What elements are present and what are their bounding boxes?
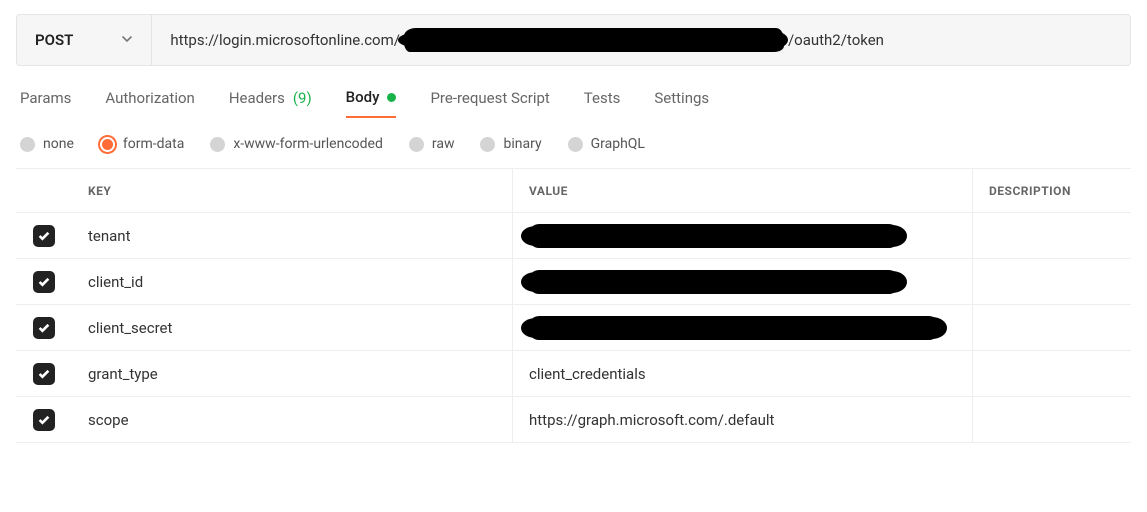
table-row: client_secret [16, 305, 1131, 351]
description-input[interactable] [972, 305, 1131, 350]
redacted-segment [404, 28, 784, 52]
body-type-form-data[interactable]: form-data [100, 136, 184, 152]
col-description: DESCRIPTION [972, 169, 1131, 212]
value-input[interactable] [512, 213, 972, 258]
radio-icon [568, 137, 583, 152]
body-type-xwww[interactable]: x-www-form-urlencoded [210, 136, 383, 152]
key-input[interactable]: client_id [72, 273, 512, 291]
key-input[interactable]: tenant [72, 227, 512, 245]
redacted-value [529, 224, 899, 248]
tab-settings[interactable]: Settings [654, 89, 709, 117]
http-method-label: POST [35, 31, 73, 49]
tab-params[interactable]: Params [20, 89, 71, 117]
row-enable-checkbox[interactable] [33, 409, 55, 431]
http-method-select[interactable]: POST [17, 15, 152, 65]
value-input[interactable] [512, 305, 972, 350]
radio-selected-icon [100, 137, 115, 152]
body-type-graphql[interactable]: GraphQL [568, 136, 645, 152]
table-row: tenant [16, 213, 1131, 259]
table-header: KEY VALUE DESCRIPTION [16, 169, 1131, 213]
table-row: client_id [16, 259, 1131, 305]
body-type-none[interactable]: none [20, 136, 74, 152]
row-enable-checkbox[interactable] [33, 317, 55, 339]
url-suffix: /oauth2/token [788, 31, 884, 49]
modified-indicator-icon [387, 93, 396, 102]
description-input[interactable] [972, 213, 1131, 258]
tab-body-label: Body [346, 88, 380, 106]
request-url-input[interactable]: https://login.microsoftonline.com/ /oaut… [152, 15, 1130, 65]
body-type-raw[interactable]: raw [409, 136, 455, 152]
tab-headers[interactable]: Headers (9) [229, 89, 312, 117]
tab-prerequest[interactable]: Pre-request Script [430, 89, 549, 117]
col-key: KEY [72, 184, 512, 198]
chevron-down-icon [121, 31, 133, 49]
description-input[interactable] [972, 397, 1131, 442]
radio-icon [20, 137, 35, 152]
redacted-value [529, 316, 939, 340]
request-tabs: Params Authorization Headers (9) Body Pr… [16, 66, 1131, 118]
tab-headers-count: (9) [293, 89, 312, 107]
tab-headers-label: Headers [229, 89, 285, 107]
redacted-value [529, 270, 899, 294]
description-input[interactable] [972, 351, 1131, 396]
body-type-binary[interactable]: binary [480, 136, 541, 152]
key-input[interactable]: grant_type [72, 365, 512, 383]
col-value: VALUE [512, 169, 972, 212]
form-data-table: KEY VALUE DESCRIPTION tenant client_id c… [16, 168, 1131, 443]
description-input[interactable] [972, 259, 1131, 304]
table-row: scope https://graph.microsoft.com/.defau… [16, 397, 1131, 443]
key-input[interactable]: client_secret [72, 319, 512, 337]
radio-icon [480, 137, 495, 152]
row-enable-checkbox[interactable] [33, 225, 55, 247]
table-row: grant_type client_credentials [16, 351, 1131, 397]
body-type-selector: none form-data x-www-form-urlencoded raw… [16, 118, 1131, 168]
key-input[interactable]: scope [72, 411, 512, 429]
tab-body[interactable]: Body [346, 88, 397, 118]
value-input[interactable]: client_credentials [512, 351, 972, 396]
url-prefix: https://login.microsoftonline.com/ [170, 31, 400, 49]
tab-tests[interactable]: Tests [584, 89, 621, 117]
row-enable-checkbox[interactable] [33, 363, 55, 385]
radio-icon [210, 137, 225, 152]
tab-authorization[interactable]: Authorization [105, 89, 194, 117]
value-input[interactable]: https://graph.microsoft.com/.default [512, 397, 972, 442]
row-enable-checkbox[interactable] [33, 271, 55, 293]
request-bar: POST https://login.microsoftonline.com/ … [16, 14, 1131, 66]
value-input[interactable] [512, 259, 972, 304]
radio-icon [409, 137, 424, 152]
